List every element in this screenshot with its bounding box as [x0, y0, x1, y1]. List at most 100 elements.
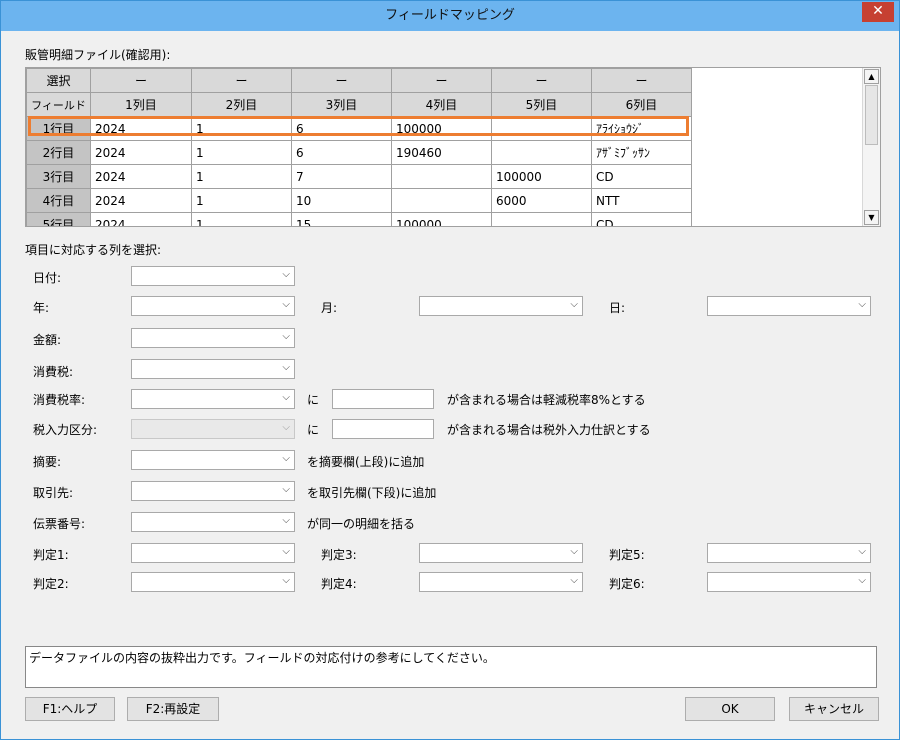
column-select-4[interactable]: ー — [391, 68, 492, 93]
summary-suffix: を摘要欄(上段)に追加 — [307, 455, 425, 469]
month-label: 月: — [321, 301, 338, 315]
table-cell: 6 — [291, 140, 392, 165]
tax-rate-value-input[interactable] — [332, 389, 434, 409]
table-row[interactable]: 3行目 2024 1 7 100000 CD — [26, 164, 692, 189]
chevron-down-icon: ⌵ — [282, 362, 290, 373]
month-combo[interactable]: ⌵ — [419, 296, 583, 316]
column-header-1: 1列目 — [90, 92, 192, 117]
reset-button[interactable]: F2:再設定 — [127, 697, 219, 721]
select-row: 選択 ー ー ー ー ー ー — [26, 68, 692, 93]
table-row[interactable]: 4行目 2024 1 10 6000 NTT — [26, 188, 692, 213]
field-row: フィールド 1列目 2列目 3列目 4列目 5列目 6列目 — [26, 92, 692, 117]
column-select-6[interactable]: ー — [591, 68, 692, 93]
row-header: 2行目 — [26, 140, 91, 165]
row-header: 4行目 — [26, 188, 91, 213]
tax-rate-combo[interactable]: ⌵ — [131, 389, 295, 409]
date-label: 日付: — [33, 271, 62, 285]
help-button[interactable]: F1:ヘルプ — [25, 697, 115, 721]
tax-combo[interactable]: ⌵ — [131, 359, 295, 379]
preview-label: 販管明細ファイル(確認用): — [25, 48, 171, 62]
table-row[interactable]: 1行目 2024 1 6 100000 ｱﾗｲｼｮｳｼﾞ — [26, 116, 692, 141]
table-cell — [491, 116, 592, 141]
dialog-window: フィールドマッピング ✕ 販管明細ファイル(確認用): 選択 ー ー ー ー ー… — [0, 0, 900, 740]
table-cell — [491, 212, 592, 226]
table-cell: 1 — [191, 140, 292, 165]
table-cell: 10 — [291, 188, 392, 213]
tax-rate-label: 消費税率: — [33, 393, 86, 407]
judge2-combo[interactable]: ⌵ — [131, 572, 295, 592]
chevron-down-icon: ⌵ — [570, 546, 578, 557]
table-row[interactable]: 5行目 2024 1 15 100000 CD — [26, 212, 692, 226]
field-row-label: フィールド — [26, 92, 91, 117]
year-combo[interactable]: ⌵ — [131, 296, 295, 316]
partner-combo[interactable]: ⌵ — [131, 481, 295, 501]
column-select-3[interactable]: ー — [291, 68, 392, 93]
table-cell: 2024 — [90, 164, 192, 189]
chevron-down-icon: ⌵ — [282, 299, 290, 310]
voucher-combo[interactable]: ⌵ — [131, 512, 295, 532]
tax-label: 消費税: — [33, 365, 74, 379]
voucher-label: 伝票番号: — [33, 517, 86, 531]
cancel-button[interactable]: キャンセル — [789, 697, 879, 721]
chevron-down-icon: ⌵ — [282, 515, 290, 526]
year-label: 年: — [33, 301, 50, 315]
table-cell: 2024 — [90, 212, 192, 226]
table-cell: ｱﾗｲｼｮｳｼﾞ — [591, 116, 692, 141]
table-cell: 2024 — [90, 116, 192, 141]
tax-incl-value-input[interactable] — [332, 419, 434, 439]
window-title: フィールドマッピング — [385, 8, 515, 23]
triangle-down-icon: ▼ — [868, 213, 875, 222]
judge1-combo[interactable]: ⌵ — [131, 543, 295, 563]
table-cell: 15 — [291, 212, 392, 226]
scroll-up-button[interactable]: ▲ — [864, 69, 879, 84]
tax-incl-label: 税入力区分: — [33, 423, 98, 437]
tax-rate-ni: に — [307, 393, 320, 407]
summary-combo[interactable]: ⌵ — [131, 450, 295, 470]
preview-grid[interactable]: 選択 ー ー ー ー ー ー フィールド 1列目 2列目 3列目 4列目 5列目… — [25, 67, 881, 227]
tax-incl-ni: に — [307, 423, 320, 437]
table-cell — [491, 140, 592, 165]
judge3-combo[interactable]: ⌵ — [419, 543, 583, 563]
judge6-label: 判定6: — [609, 577, 645, 591]
table-cell — [391, 188, 492, 213]
close-button[interactable]: ✕ — [862, 2, 894, 22]
description-box: データファイルの内容の抜粋出力です。フィールドの対応付けの参考にしてください。 — [25, 646, 877, 688]
date-combo[interactable]: ⌵ — [131, 266, 295, 286]
preview-table: 選択 ー ー ー ー ー ー フィールド 1列目 2列目 3列目 4列目 5列目… — [26, 68, 692, 226]
table-row[interactable]: 2行目 2024 1 6 190460 ｱｻﾞﾐﾌﾞｯｻﾝ — [26, 140, 692, 165]
table-cell: 100000 — [491, 164, 592, 189]
chevron-down-icon: ⌵ — [282, 453, 290, 464]
column-select-1[interactable]: ー — [90, 68, 192, 93]
scroll-thumb[interactable] — [865, 85, 878, 145]
column-select-5[interactable]: ー — [491, 68, 592, 93]
chevron-down-icon: ⌵ — [282, 484, 290, 495]
title-bar: フィールドマッピング ✕ — [1, 1, 899, 31]
table-cell: CD — [591, 164, 692, 189]
ok-button[interactable]: OK — [685, 697, 775, 721]
judge3-label: 判定3: — [321, 548, 357, 562]
column-header-5: 5列目 — [491, 92, 592, 117]
table-cell: 1 — [191, 212, 292, 226]
chevron-down-icon: ⌵ — [858, 546, 866, 557]
partner-label: 取引先: — [33, 486, 74, 500]
judge5-combo[interactable]: ⌵ — [707, 543, 871, 563]
triangle-up-icon: ▲ — [868, 72, 875, 81]
column-select-2[interactable]: ー — [191, 68, 292, 93]
tax-incl-suffix: が含まれる場合は税外入力仕訳とする — [447, 423, 651, 437]
table-cell: NTT — [591, 188, 692, 213]
table-cell: ｱｻﾞﾐﾌﾞｯｻﾝ — [591, 140, 692, 165]
amount-combo[interactable]: ⌵ — [131, 328, 295, 348]
chevron-down-icon: ⌵ — [282, 392, 290, 403]
judge4-combo[interactable]: ⌵ — [419, 572, 583, 592]
table-cell: 2024 — [90, 140, 192, 165]
vertical-scrollbar[interactable]: ▲ ▼ — [862, 68, 880, 226]
scroll-down-button[interactable]: ▼ — [864, 210, 879, 225]
column-header-4: 4列目 — [391, 92, 492, 117]
judge6-combo[interactable]: ⌵ — [707, 572, 871, 592]
close-icon: ✕ — [872, 3, 884, 19]
day-combo[interactable]: ⌵ — [707, 296, 871, 316]
table-cell: 1 — [191, 188, 292, 213]
chevron-down-icon: ⌵ — [570, 575, 578, 586]
judge5-label: 判定5: — [609, 548, 645, 562]
row-header: 3行目 — [26, 164, 91, 189]
